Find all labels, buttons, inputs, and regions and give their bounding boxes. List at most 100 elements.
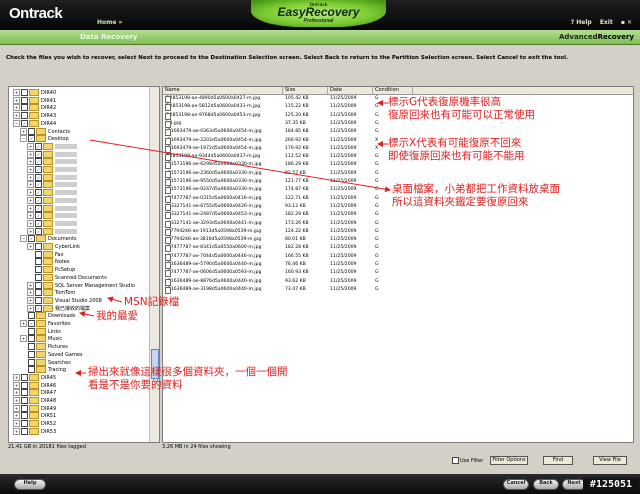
- file-row[interactable]: b51573196-ae-6298d5a0600a0330-m.jpg 186.2…: [163, 162, 633, 170]
- col-name[interactable]: Name: [163, 87, 283, 94]
- file-checkbox[interactable]: [165, 145, 171, 153]
- expand-toggle-icon[interactable]: +: [27, 142, 34, 150]
- file-checkbox[interactable]: [165, 270, 171, 278]
- expand-toggle-icon[interactable]: +: [27, 166, 34, 173]
- file-checkbox[interactable]: [165, 162, 171, 170]
- tree-checkbox[interactable]: [35, 219, 42, 227]
- tree-checkbox[interactable]: [35, 173, 42, 181]
- tree-item[interactable]: − Desktop: [20, 135, 69, 143]
- file-checkbox[interactable]: [165, 212, 171, 220]
- tree-item[interactable]: Notes: [27, 258, 69, 266]
- expand-toggle-icon[interactable]: +: [27, 158, 34, 166]
- tree-checkbox[interactable]: [28, 312, 35, 320]
- tree-checkbox[interactable]: [21, 427, 28, 435]
- expand-toggle-icon[interactable]: +: [13, 412, 20, 420]
- tree-item[interactable]: +: [27, 219, 77, 227]
- tree-checkbox[interactable]: [28, 335, 35, 343]
- expand-toggle-icon[interactable]: +: [27, 212, 34, 220]
- expand-toggle-icon[interactable]: +: [27, 204, 34, 212]
- tree-item[interactable]: +: [27, 189, 77, 197]
- tree-checkbox[interactable]: [21, 404, 28, 412]
- file-checkbox[interactable]: [165, 278, 171, 286]
- expand-toggle-icon[interactable]: +: [13, 112, 20, 120]
- expand-toggle-icon[interactable]: +: [13, 427, 20, 435]
- expand-toggle-icon[interactable]: +: [27, 173, 34, 181]
- tree-checkbox[interactable]: [21, 96, 28, 104]
- tree-item[interactable]: +: [27, 227, 77, 235]
- tree-checkbox[interactable]: [21, 112, 28, 120]
- tree-checkbox[interactable]: [35, 166, 42, 173]
- file-row[interactable]: e37477787-ae-7044d5a0600a0446-m.jpg 166.5…: [163, 253, 633, 261]
- expand-toggle-icon[interactable]: +: [20, 320, 27, 327]
- file-row[interactable]: c47794246-ae-1913d5a0598a0539-m.jpg 124.2…: [163, 228, 633, 236]
- tree-checkbox[interactable]: [28, 350, 35, 358]
- expand-toggle-icon[interactable]: +: [13, 104, 20, 112]
- expand-toggle-icon[interactable]: +: [20, 335, 27, 343]
- tree-checkbox[interactable]: [21, 373, 28, 381]
- expand-toggle-icon[interactable]: +: [13, 381, 20, 389]
- file-checkbox[interactable]: [165, 120, 171, 128]
- expand-toggle-icon[interactable]: +: [27, 219, 34, 227]
- tree-item[interactable]: + TomTom: [27, 289, 75, 297]
- tree-checkbox[interactable]: [35, 289, 42, 297]
- tree-item[interactable]: + DIR49: [13, 404, 56, 412]
- tree-checkbox[interactable]: [35, 250, 42, 258]
- tree-item[interactable]: + CyberLink: [27, 243, 80, 250]
- expand-toggle-icon[interactable]: +: [13, 397, 20, 404]
- tree-checkbox[interactable]: [35, 181, 42, 189]
- tree-item[interactable]: PcSetup: [27, 266, 75, 274]
- file-checkbox[interactable]: [165, 253, 171, 261]
- tree-item[interactable]: +: [27, 173, 77, 181]
- file-checkbox[interactable]: [165, 96, 171, 103]
- tree-item[interactable]: + DIR52: [13, 420, 56, 428]
- tree-checkbox[interactable]: [35, 189, 42, 197]
- tree-checkbox[interactable]: [28, 358, 35, 366]
- tree-checkbox[interactable]: [35, 150, 42, 158]
- exit-link[interactable]: Exit: [600, 19, 613, 26]
- file-checkbox[interactable]: [165, 220, 171, 228]
- tree-checkbox[interactable]: [35, 196, 42, 204]
- tree-checkbox[interactable]: [21, 104, 28, 112]
- file-checkbox[interactable]: [165, 203, 171, 211]
- file-checkbox[interactable]: [165, 228, 171, 236]
- tree-item[interactable]: + Visual Studio 2008: [27, 296, 102, 304]
- expand-toggle-icon[interactable]: +: [13, 89, 20, 96]
- file-checkbox[interactable]: [165, 262, 171, 269]
- tree-checkbox[interactable]: [28, 327, 35, 335]
- tree-item[interactable]: − Documents: [20, 235, 77, 243]
- tree-checkbox[interactable]: [21, 119, 28, 127]
- tree-checkbox[interactable]: [35, 227, 42, 235]
- tree-checkbox[interactable]: [21, 397, 28, 404]
- tree-item[interactable]: +: [27, 181, 77, 189]
- tree-item[interactable]: + DIR40: [13, 89, 56, 96]
- tree-item[interactable]: Pictures: [20, 343, 68, 351]
- tree-item[interactable]: + DIR43: [13, 112, 56, 120]
- file-row[interactable]: d43327141-ae-3293d5a0600a0441-m.jpg 173.2…: [163, 220, 633, 228]
- tree-item[interactable]: Saved Games: [20, 350, 83, 358]
- tree-checkbox[interactable]: [21, 89, 28, 96]
- tree-checkbox[interactable]: [35, 204, 42, 212]
- tree-item[interactable]: +: [27, 150, 77, 158]
- expand-toggle-icon[interactable]: +: [13, 420, 20, 428]
- expand-toggle-icon[interactable]: +: [27, 281, 34, 289]
- expand-toggle-icon[interactable]: +: [27, 243, 34, 250]
- window-controls[interactable]: ▪ ✕: [621, 19, 632, 26]
- tree-item[interactable]: + DIR51: [13, 412, 56, 420]
- tree-item[interactable]: +: [27, 204, 77, 212]
- file-checkbox[interactable]: [165, 245, 171, 253]
- view-file-button[interactable]: View File: [593, 456, 627, 465]
- tree-checkbox[interactable]: [28, 235, 35, 243]
- tree-checkbox[interactable]: [28, 127, 35, 135]
- use-filter-box[interactable]: [452, 457, 459, 464]
- tree-item[interactable]: + DIR53: [13, 427, 56, 435]
- tree-item[interactable]: + Contacts: [20, 127, 70, 135]
- tree-item[interactable]: +: [27, 166, 77, 173]
- expand-toggle-icon[interactable]: +: [27, 227, 34, 235]
- expand-toggle-icon[interactable]: +: [27, 196, 34, 204]
- cancel-button[interactable]: Cancel: [503, 479, 529, 490]
- expand-toggle-icon[interactable]: +: [13, 373, 20, 381]
- expand-toggle-icon[interactable]: +: [27, 189, 34, 197]
- tree-checkbox[interactable]: [35, 266, 42, 274]
- tree-checkbox[interactable]: [28, 343, 35, 351]
- file-checkbox[interactable]: [165, 154, 171, 162]
